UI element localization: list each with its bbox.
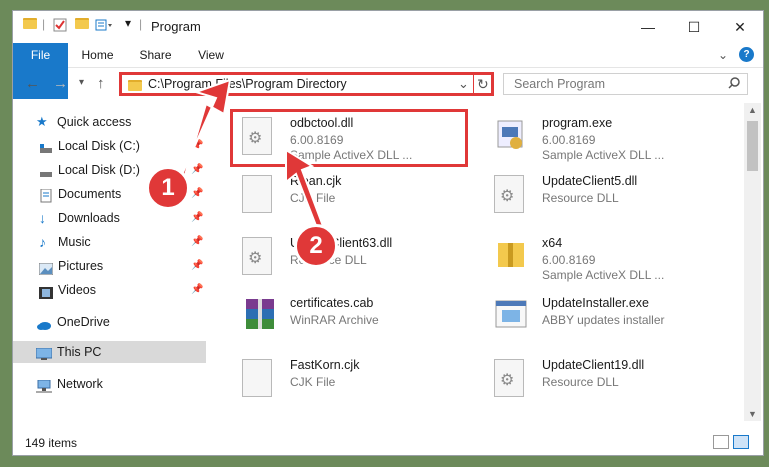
step-2-badge: 2 (294, 224, 338, 268)
step-1-badge: 1 (146, 166, 190, 210)
annotation-arrows (174, 78, 328, 238)
